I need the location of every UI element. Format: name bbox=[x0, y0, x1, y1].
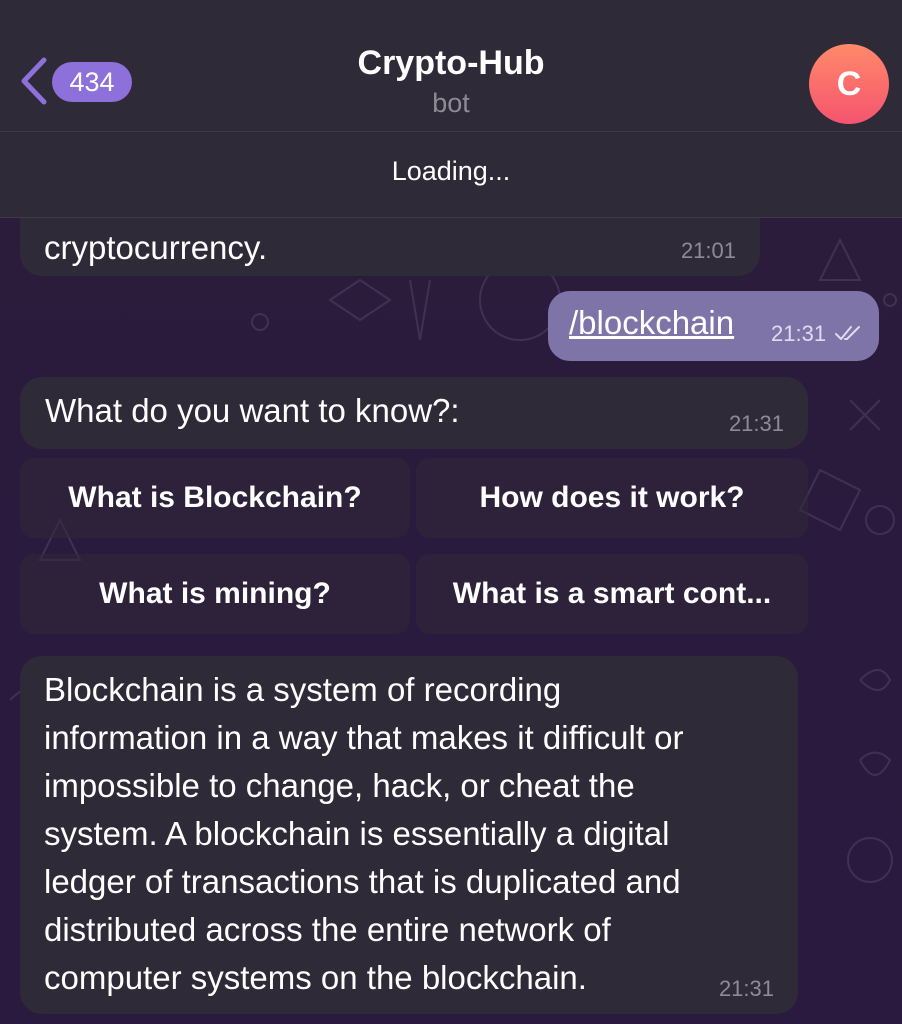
keyboard-button-what-is-blockchain[interactable]: What is Blockchain? bbox=[20, 458, 410, 538]
message-time: 21:31 bbox=[728, 411, 784, 436]
message-time: 21:01 bbox=[680, 238, 736, 263]
chat-title[interactable]: Crypto-Hub bbox=[0, 44, 902, 83]
message-text: What do you want to know?: bbox=[45, 392, 460, 429]
keyboard-button-how-does-it-work[interactable]: How does it work? bbox=[416, 458, 808, 538]
message-list: cryptocurrency. 21:01 /blockchain 21:31 … bbox=[0, 218, 902, 1024]
message-text-line: computer systems on the blockchain. bbox=[44, 959, 587, 996]
bot-avatar[interactable]: C bbox=[809, 44, 889, 124]
message-text-line: Blockchain is a system of recording bbox=[44, 671, 562, 708]
message-text[interactable]: /blockchain bbox=[569, 299, 734, 347]
message-text-line: system. A blockchain is essentially a di… bbox=[44, 815, 670, 852]
message-text-line: impossible to change, hack, or cheat the bbox=[44, 767, 635, 804]
loading-text: Loading... bbox=[391, 156, 511, 186]
message-bubble-incoming[interactable]: What do you want to know?: 21:31 bbox=[20, 377, 808, 449]
message-time: 21:31 bbox=[718, 976, 774, 1001]
message-time: 21:31 bbox=[771, 321, 827, 346]
message-bubble-incoming[interactable]: cryptocurrency. 21:01 bbox=[20, 218, 760, 276]
keyboard-button-what-is-mining[interactable]: What is mining? bbox=[20, 554, 410, 634]
chat-subtitle: bot bbox=[432, 88, 470, 118]
keyboard-button-what-is-a-smart-contract[interactable]: What is a smart cont... bbox=[416, 554, 808, 634]
message-bubble-incoming[interactable]: Blockchain is a system of recording info… bbox=[20, 656, 798, 1014]
message-text: cryptocurrency. bbox=[44, 229, 268, 266]
message-text-line: distributed across the entire network of bbox=[44, 911, 611, 948]
message-text-line: ledger of transactions that is duplicate… bbox=[44, 863, 681, 900]
loading-bar: Loading... bbox=[0, 132, 902, 218]
message-text-line: information in a way that makes it diffi… bbox=[44, 719, 684, 756]
message-bubble-outgoing[interactable]: /blockchain 21:31 bbox=[548, 291, 879, 361]
double-check-icon bbox=[834, 324, 862, 347]
chat-header: 434 Crypto-Hub bot C bbox=[0, 0, 902, 132]
